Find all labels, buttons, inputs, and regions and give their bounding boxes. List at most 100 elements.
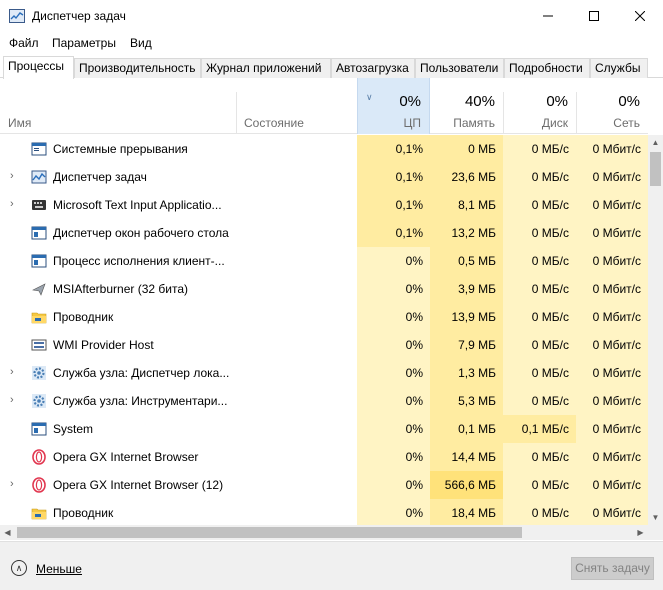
process-cpu-value: 0% [357, 415, 430, 443]
process-disk-value: 0 МБ/с [503, 443, 576, 471]
tab-processes[interactable]: Процессы [3, 56, 74, 79]
process-cpu-value: 0% [357, 359, 430, 387]
menu-bar: Файл Параметры Вид [0, 33, 663, 53]
process-row[interactable]: › Microsoft Text Input Applicatio... 0,1% 8… [0, 191, 648, 219]
process-disk-value: 0 МБ/с [503, 387, 576, 415]
tab-details[interactable]: Подробности [504, 58, 590, 78]
scroll-up-icon[interactable]: ▲ [648, 135, 663, 150]
expand-chevron-icon[interactable]: › [10, 394, 14, 406]
header-memory[interactable]: 40% Память [430, 78, 503, 134]
process-row[interactable]: › Диспетчер задач 0,1% 23,6 МБ 0 МБ/с 0 Мбит/… [0, 163, 648, 191]
window-title: Диспетчер задач [32, 9, 126, 23]
process-memory-value: 7,9 МБ [430, 331, 503, 359]
process-row[interactable]: System 0% 0,1 МБ 0,1 МБ/с 0 Мбит/с [0, 415, 648, 443]
expand-chevron-icon[interactable]: › [10, 198, 14, 210]
process-row[interactable]: MSIAfterburner (32 бита) 0% 3,9 МБ 0 МБ/с 0 … [0, 275, 648, 303]
process-list: Системные прерывания 0,1% 0 МБ 0 МБ/с 0 Мбит… [0, 135, 648, 525]
process-cpu-value: 0,1% [357, 219, 430, 247]
process-memory-value: 3,9 МБ [430, 275, 503, 303]
process-memory-value: 566,6 МБ [430, 471, 503, 499]
sort-chevron-icon: ∨ [366, 92, 373, 102]
process-cpu-value: 0% [357, 303, 430, 331]
header-disk[interactable]: 0% Диск [503, 78, 576, 134]
header-memory-label: Память [453, 116, 495, 130]
process-disk-value: 0 МБ/с [503, 471, 576, 499]
process-row[interactable]: Проводник 0% 18,4 МБ 0 МБ/с 0 Мбит/с [0, 499, 648, 525]
process-row[interactable]: WMI Provider Host 0% 7,9 МБ 0 МБ/с 0 Мбит/с [0, 331, 648, 359]
process-cpu-value: 0% [357, 387, 430, 415]
process-cpu-value: 0,1% [357, 163, 430, 191]
scroll-right-icon[interactable]: ▶ [633, 525, 648, 540]
opera-icon [31, 477, 47, 493]
process-disk-value: 0,1 МБ/с [503, 415, 576, 443]
process-disk-value: 0 МБ/с [503, 219, 576, 247]
header-memory-percent: 40% [464, 93, 495, 110]
process-memory-value: 0,5 МБ [430, 247, 503, 275]
process-cpu-value: 0,1% [357, 135, 430, 163]
end-task-button[interactable]: Снять задачу [571, 557, 654, 580]
process-row[interactable]: Системные прерывания 0,1% 0 МБ 0 МБ/с 0 Мбит… [0, 135, 648, 163]
maximize-button[interactable] [571, 0, 617, 32]
header-cpu[interactable]: ∨ 0% ЦП [357, 78, 430, 134]
tab-strip: Процессы Производительность Журнал прило… [0, 56, 663, 79]
process-memory-value: 14,4 МБ [430, 443, 503, 471]
process-row[interactable]: › Служба узла: Инструментари... 0% 5,3 МБ 0 … [0, 387, 648, 415]
horizontal-scroll-thumb[interactable] [17, 527, 522, 538]
window-icon [31, 253, 47, 269]
tab-performance[interactable]: Производительность [74, 58, 201, 78]
process-row[interactable]: Диспетчер окон рабочего стола 0,1% 13,2 МБ… [0, 219, 648, 247]
process-cpu-value: 0% [357, 275, 430, 303]
close-button[interactable] [617, 0, 663, 32]
expand-chevron-icon[interactable]: › [10, 478, 14, 490]
process-disk-value: 0 МБ/с [503, 135, 576, 163]
process-row[interactable]: Opera GX Internet Browser 0% 14,4 МБ 0 МБ/с… [0, 443, 648, 471]
menu-file[interactable]: Файл [9, 36, 39, 50]
header-network-label: Сеть [613, 116, 640, 130]
tab-services[interactable]: Службы [590, 58, 648, 78]
minimize-button[interactable] [525, 0, 571, 32]
horizontal-scrollbar[interactable]: ◀ ▶ [0, 525, 648, 540]
wmi-icon [31, 337, 47, 353]
process-name: Диспетчер окон рабочего стола [53, 226, 229, 240]
process-name: Служба узла: Диспетчер лока... [53, 366, 230, 380]
process-disk-value: 0 МБ/с [503, 359, 576, 387]
process-memory-value: 0 МБ [430, 135, 503, 163]
gear-icon [31, 365, 47, 381]
expand-chevron-icon[interactable]: › [10, 170, 14, 182]
header-network[interactable]: 0% Сеть [576, 78, 648, 134]
tab-app-history[interactable]: Журнал приложений [201, 58, 331, 78]
process-row[interactable]: Процесс исполнения клиент-... 0% 0,5 МБ 0 М… [0, 247, 648, 275]
tab-users[interactable]: Пользователи [415, 58, 504, 78]
header-status[interactable]: Состояние [236, 78, 357, 134]
process-network-value: 0 Мбит/с [576, 219, 648, 247]
process-cpu-value: 0% [357, 331, 430, 359]
tab-startup[interactable]: Автозагрузка [331, 58, 415, 78]
close-icon [635, 11, 645, 21]
scroll-left-icon[interactable]: ◀ [0, 525, 15, 540]
process-network-value: 0 Мбит/с [576, 303, 648, 331]
vertical-scroll-thumb[interactable] [650, 152, 661, 186]
process-name: MSIAfterburner (32 бита) [53, 282, 188, 296]
keyboard-icon [31, 197, 47, 213]
process-row[interactable]: › Служба узла: Диспетчер лока... 0% 1,3 МБ 0… [0, 359, 648, 387]
process-disk-value: 0 МБ/с [503, 163, 576, 191]
menu-view[interactable]: Вид [130, 36, 152, 50]
process-row[interactable]: Проводник 0% 13,9 МБ 0 МБ/с 0 Мбит/с [0, 303, 648, 331]
system-window-icon [31, 141, 47, 157]
header-name[interactable]: Имя [0, 78, 236, 134]
process-row[interactable]: › Opera GX Internet Browser (12) 0% 566,6 М… [0, 471, 648, 499]
vertical-scrollbar[interactable]: ▲ ▼ [648, 135, 663, 525]
process-name: Проводник [53, 506, 114, 520]
process-name: Проводник [53, 310, 114, 324]
header-disk-percent: 0% [546, 93, 568, 110]
process-disk-value: 0 МБ/с [503, 303, 576, 331]
process-cpu-value: 0% [357, 471, 430, 499]
chevron-up-icon[interactable]: ∧ [11, 560, 27, 576]
window-icon [31, 421, 47, 437]
process-network-value: 0 Мбит/с [576, 191, 648, 219]
process-memory-value: 18,4 МБ [430, 499, 503, 525]
fewer-details-link[interactable]: Меньше [36, 562, 82, 576]
scroll-down-icon[interactable]: ▼ [648, 510, 663, 525]
menu-options[interactable]: Параметры [52, 36, 116, 50]
expand-chevron-icon[interactable]: › [10, 366, 14, 378]
